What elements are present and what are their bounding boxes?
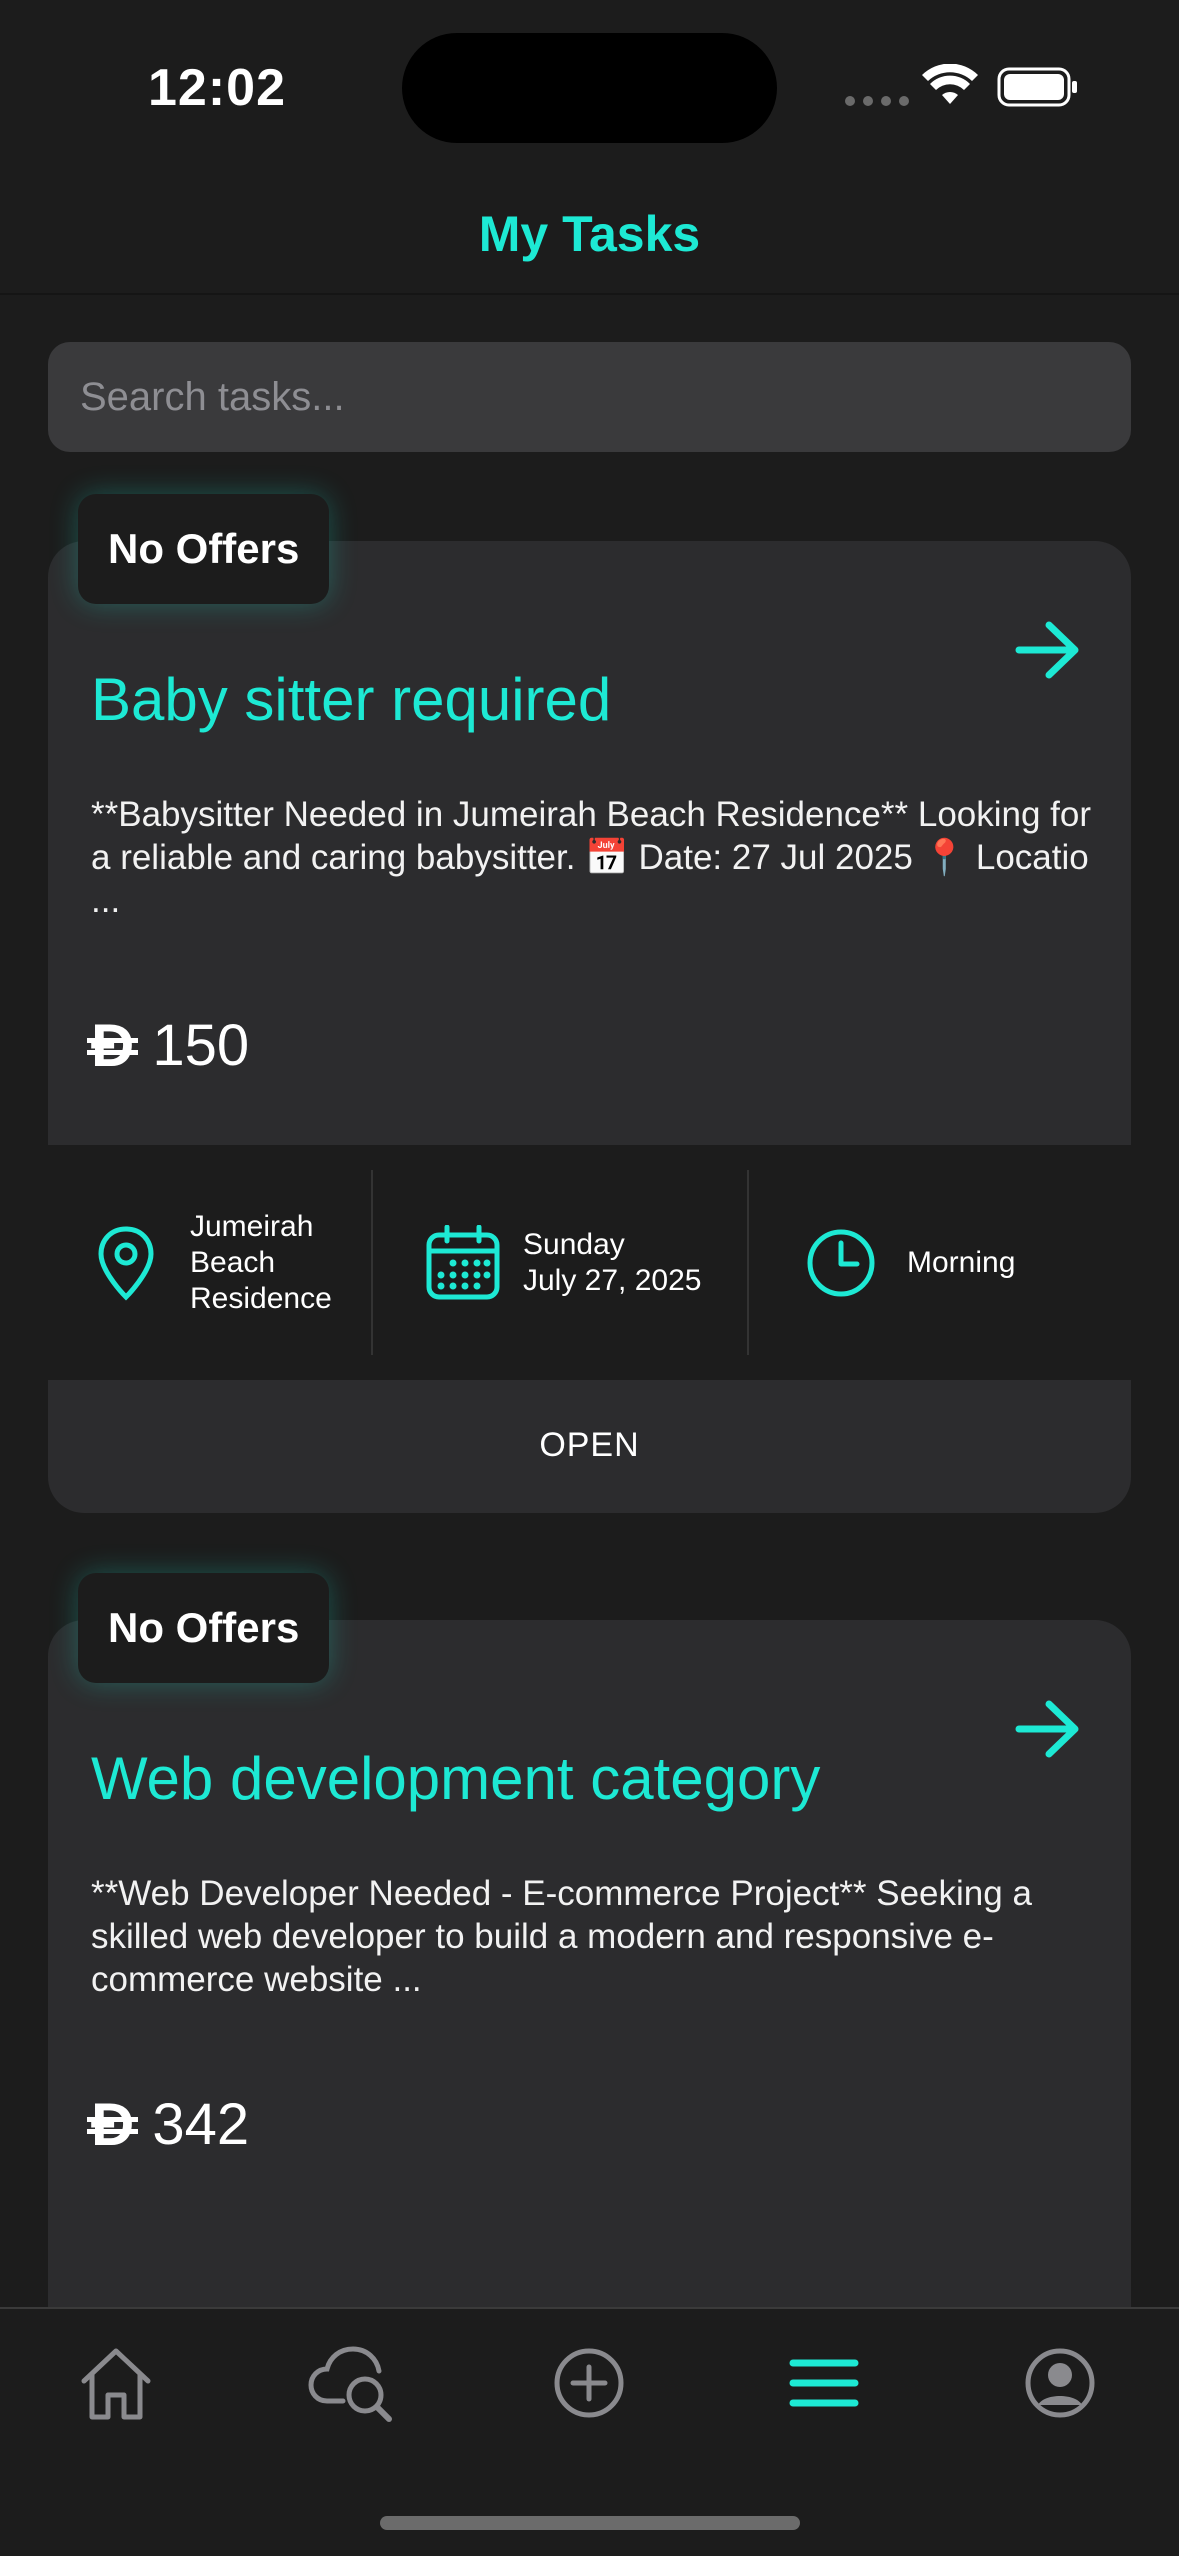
task-card[interactable]: Web development category **Web Developer… bbox=[48, 1620, 1131, 2380]
task-title[interactable]: Web development category bbox=[91, 1744, 820, 1813]
calendar-icon bbox=[426, 1224, 500, 1299]
offers-badge: No Offers bbox=[78, 494, 330, 604]
status-label: OPEN bbox=[539, 1425, 640, 1464]
date-text: Sunday July 27, 2025 bbox=[523, 1227, 701, 1299]
profile-icon bbox=[1025, 2348, 1095, 2418]
tab-profile[interactable] bbox=[1010, 2333, 1110, 2433]
task-price: Đ 150 bbox=[86, 1011, 250, 1080]
search-bar[interactable] bbox=[48, 342, 1131, 452]
home-icon bbox=[81, 2348, 151, 2420]
location-info: Jumeirah Beach Residence bbox=[48, 1145, 371, 1380]
location-text: Jumeirah Beach Residence bbox=[190, 1209, 332, 1315]
currency-symbol: Đ bbox=[86, 1012, 139, 1079]
date-day: Sunday bbox=[523, 1227, 625, 1261]
tab-home[interactable] bbox=[66, 2333, 166, 2433]
screen: 12:02 My Tasks No Offers Baby sitter req… bbox=[0, 0, 1179, 2556]
status-bar: 12:02 bbox=[0, 0, 1179, 175]
status-time: 12:02 bbox=[148, 59, 286, 117]
arrow-right-icon[interactable] bbox=[1013, 615, 1083, 685]
task-description: **Web Developer Needed - E-commerce Proj… bbox=[91, 1874, 1032, 1999]
location-pin-icon bbox=[98, 1225, 154, 1301]
tab-add-task[interactable] bbox=[539, 2333, 639, 2433]
tab-explore[interactable] bbox=[302, 2333, 402, 2433]
offers-badge: No Offers bbox=[78, 1573, 330, 1683]
home-indicator bbox=[380, 2516, 800, 2530]
cloud-search-icon bbox=[308, 2346, 392, 2422]
price-value: 342 bbox=[152, 2092, 250, 2157]
clock-icon bbox=[807, 1229, 875, 1296]
arrow-right-icon[interactable] bbox=[1013, 1694, 1083, 1764]
task-title[interactable]: Baby sitter required bbox=[91, 665, 611, 734]
app-header: My Tasks bbox=[0, 175, 1179, 295]
tab-my-tasks[interactable] bbox=[774, 2333, 874, 2433]
currency-symbol: Đ bbox=[86, 2091, 139, 2158]
search-input[interactable] bbox=[80, 374, 1099, 420]
wifi-icon bbox=[922, 64, 978, 104]
battery-icon bbox=[997, 67, 1077, 107]
task-description: **Babysitter Needed in Jumeirah Beach Re… bbox=[91, 795, 1092, 920]
cellular-signal-icon bbox=[845, 96, 909, 106]
task-info-strip: Jumeirah Beach Residence Sunday July 27,… bbox=[48, 1145, 1131, 1380]
price-value: 150 bbox=[152, 1013, 250, 1078]
date-info: Sunday July 27, 2025 bbox=[373, 1145, 747, 1380]
date-full: July 27, 2025 bbox=[523, 1263, 702, 1297]
menu-icon bbox=[789, 2359, 859, 2407]
dynamic-island bbox=[402, 33, 777, 143]
time-info: Morning bbox=[749, 1145, 1129, 1380]
task-card[interactable]: Baby sitter required **Babysitter Needed… bbox=[48, 541, 1131, 1513]
add-circle-icon bbox=[554, 2348, 624, 2418]
page-title: My Tasks bbox=[478, 206, 701, 262]
task-price: Đ 342 bbox=[86, 2090, 250, 2159]
time-text: Morning bbox=[907, 1245, 1016, 1279]
